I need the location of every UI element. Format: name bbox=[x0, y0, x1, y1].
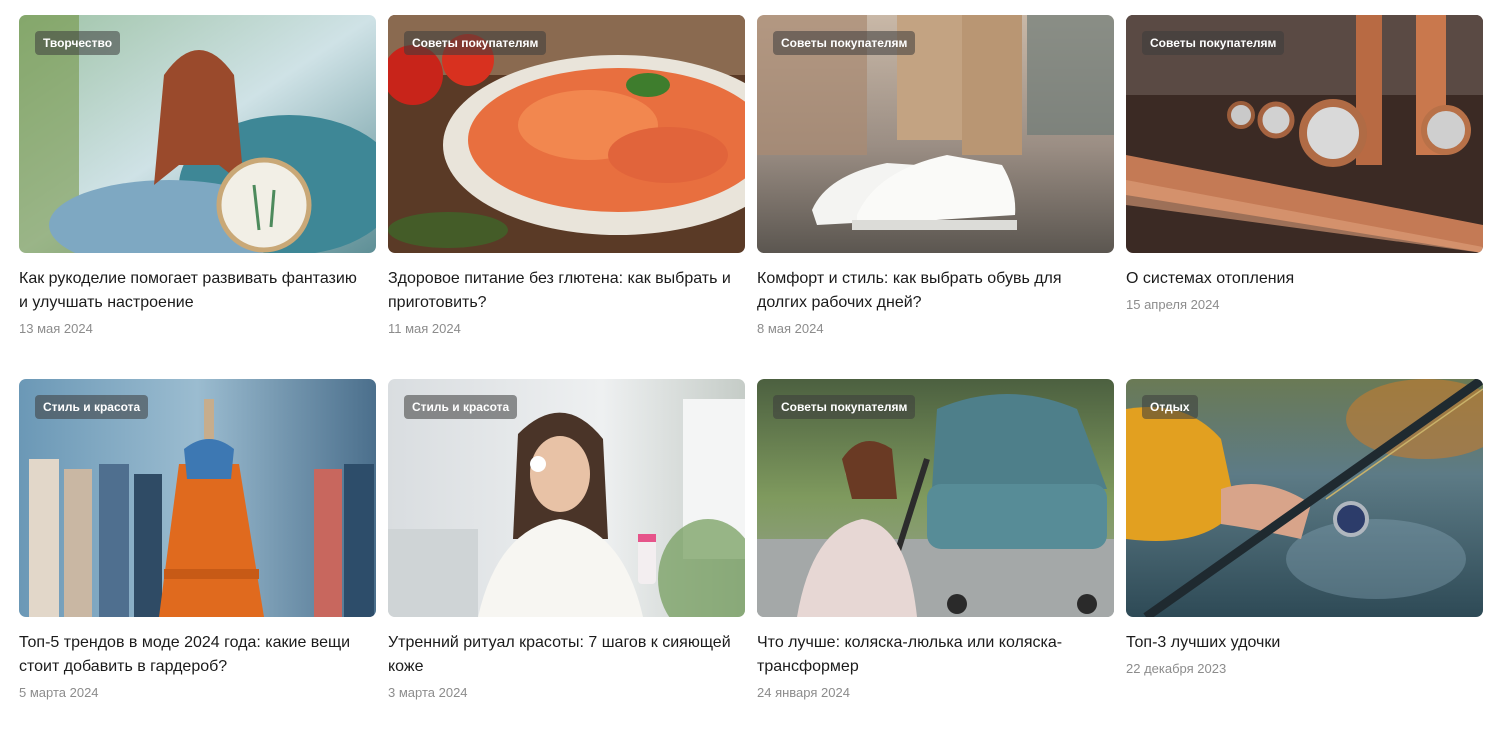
article-date: 8 мая 2024 bbox=[757, 321, 824, 336]
article-title[interactable]: О системах отопления bbox=[1126, 267, 1476, 291]
article-card-beauty-ritual[interactable]: Стиль и красота Утренний ритуал красоты:… bbox=[388, 379, 745, 743]
article-date: 3 марта 2024 bbox=[388, 685, 468, 700]
article-title[interactable]: Как рукоделие помогает развивать фантази… bbox=[19, 267, 369, 315]
article-title[interactable]: Топ-3 лучших удочки bbox=[1126, 631, 1476, 655]
article-date: 13 мая 2024 bbox=[19, 321, 93, 336]
article-card-heating[interactable]: Советы покупателям О системах отопления … bbox=[1126, 15, 1483, 379]
article-image-pasta[interactable]: Советы покупателям bbox=[388, 15, 745, 253]
article-image-embroidery[interactable]: Творчество bbox=[19, 15, 376, 253]
article-title[interactable]: Что лучше: коляска-люлька или коляска-тр… bbox=[757, 631, 1107, 679]
category-tag[interactable]: Советы покупателям bbox=[1142, 31, 1285, 55]
article-grid: Творчество Как рукоделие помогает развив… bbox=[19, 15, 1483, 743]
article-card-gluten-free[interactable]: Советы покупателям Здоровое питание без … bbox=[388, 15, 745, 379]
article-card-fishing-rods[interactable]: Отдых Топ-3 лучших удочки 22 декабря 202… bbox=[1126, 379, 1483, 743]
article-image-skincare[interactable]: Стиль и красота bbox=[388, 379, 745, 617]
article-title[interactable]: Утренний ритуал красоты: 7 шагов к сияющ… bbox=[388, 631, 738, 679]
article-title[interactable]: Комфорт и стиль: как выбрать обувь для д… bbox=[757, 267, 1107, 315]
article-date: 11 мая 2024 bbox=[388, 321, 461, 336]
article-date: 22 декабря 2023 bbox=[1126, 661, 1227, 676]
article-title[interactable]: Здоровое питание без глютена: как выбрат… bbox=[388, 267, 738, 315]
article-image-stroller[interactable]: Советы покупателям bbox=[757, 379, 1114, 617]
category-tag[interactable]: Советы покупателям bbox=[773, 395, 916, 419]
article-image-heating-pipes[interactable]: Советы покупателям bbox=[1126, 15, 1483, 253]
article-card-work-shoes[interactable]: Советы покупателям Комфорт и стиль: как … bbox=[757, 15, 1114, 379]
article-card-fashion-trends[interactable]: Стиль и красота Топ-5 трендов в моде 202… bbox=[19, 379, 376, 743]
article-date: 15 апреля 2024 bbox=[1126, 297, 1220, 312]
category-tag[interactable]: Стиль и красота bbox=[35, 395, 149, 419]
article-image-fishing[interactable]: Отдых bbox=[1126, 379, 1483, 617]
category-tag[interactable]: Советы покупателям bbox=[404, 31, 547, 55]
article-card-stroller[interactable]: Советы покупателям Что лучше: коляска-лю… bbox=[757, 379, 1114, 743]
article-image-orange-coat[interactable]: Стиль и красота bbox=[19, 379, 376, 617]
category-tag[interactable]: Творчество bbox=[35, 31, 121, 55]
article-title[interactable]: Топ-5 трендов в моде 2024 года: какие ве… bbox=[19, 631, 369, 679]
category-tag[interactable]: Отдых bbox=[1142, 395, 1198, 419]
article-date: 24 января 2024 bbox=[757, 685, 850, 700]
category-tag[interactable]: Стиль и красота bbox=[404, 395, 518, 419]
article-date: 5 марта 2024 bbox=[19, 685, 99, 700]
article-image-sneakers[interactable]: Советы покупателям bbox=[757, 15, 1114, 253]
article-card-embroidery[interactable]: Творчество Как рукоделие помогает развив… bbox=[19, 15, 376, 379]
category-tag[interactable]: Советы покупателям bbox=[773, 31, 916, 55]
